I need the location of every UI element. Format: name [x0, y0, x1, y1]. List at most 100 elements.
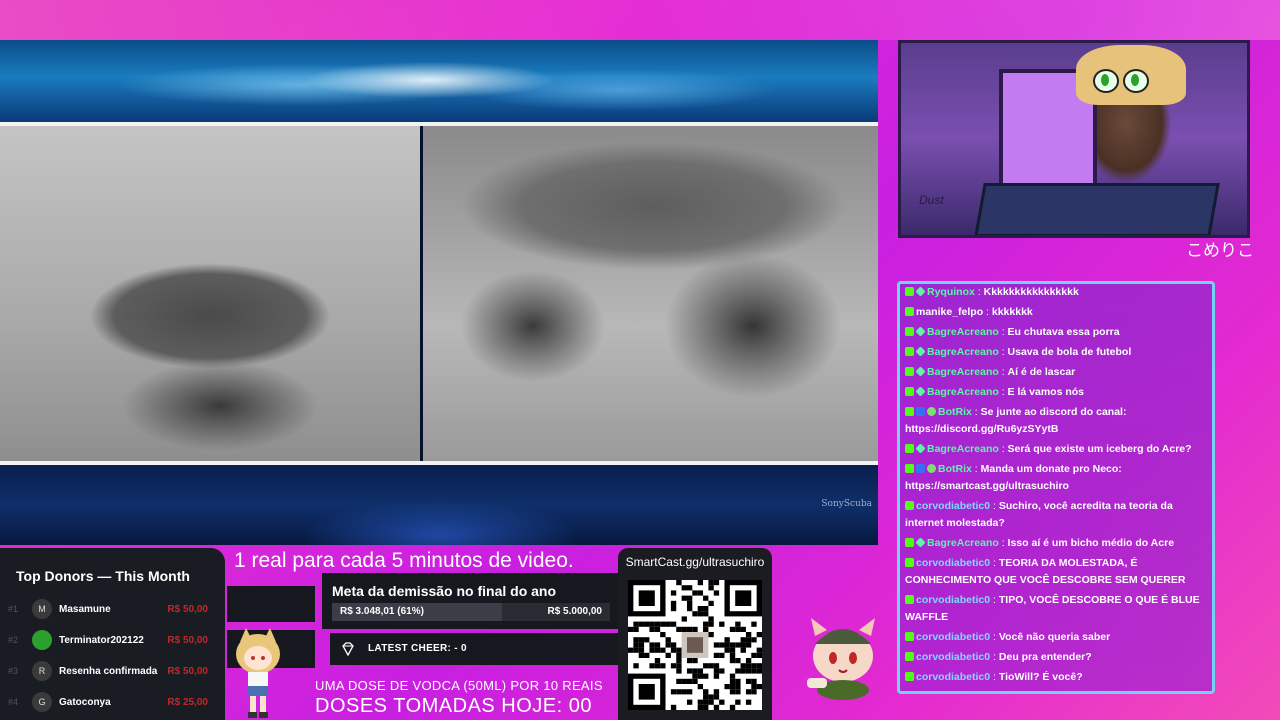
- donor-avatar: R: [32, 661, 52, 681]
- video-watermark: SonyScuba: [821, 499, 872, 509]
- vodka-dose-count: DOSES TOMADAS HOJE: 00: [315, 695, 593, 717]
- smartcast-qr-panel: SmartCast.gg/ultrasuchiro: [618, 548, 772, 720]
- chat-message-list: Ryquinox : Kkkkkkkkkkkkkkkk manike_felpo …: [900, 284, 1212, 691]
- chat-separator: :: [983, 306, 992, 318]
- kick-badge-icon: [905, 387, 914, 396]
- qr-code[interactable]: [628, 580, 762, 710]
- chat-separator: :: [998, 326, 1008, 338]
- chat-text: Aí é de lascar: [1007, 366, 1076, 378]
- chat-username[interactable]: corvodiabetic0: [916, 500, 990, 512]
- gem-badge-icon: [915, 537, 926, 548]
- chat-username[interactable]: BagreAcreano: [927, 537, 999, 549]
- donor-row: #2 Terminator202122 R$ 50,00: [6, 630, 216, 650]
- kick-badge-icon: [905, 632, 914, 641]
- video-player[interactable]: SonyScuba: [0, 40, 878, 545]
- vodka-dose-rule: UMA DOSE DE VODCA (50ML) POR 10 REAIS: [315, 678, 603, 693]
- chat-username[interactable]: BagreAcreano: [927, 346, 999, 358]
- donor-name: Resenha confirmada: [59, 666, 158, 677]
- streamer-camera: Dust: [898, 40, 1250, 238]
- chat-username[interactable]: Ryquinox: [927, 286, 975, 298]
- chat-text: Usava de bola de futebol: [1007, 346, 1132, 358]
- chat-username[interactable]: corvodiabetic0: [916, 557, 990, 569]
- chat-message: BagreAcreano : Usava de bola de futebol: [905, 343, 1208, 363]
- chat-username[interactable]: BagreAcreano: [927, 326, 999, 338]
- gem-badge-icon: [915, 326, 926, 337]
- chat-message: BagreAcreano : Eu chutava essa porra: [905, 323, 1208, 343]
- chat-text: Deu pra entender?: [998, 651, 1092, 663]
- donor-row: #1 M Masamune R$ 50,00: [6, 599, 216, 619]
- kick-badge-icon: [905, 558, 914, 567]
- chat-username[interactable]: manike_felpo: [916, 306, 983, 318]
- chat-username[interactable]: BagreAcreano: [927, 443, 999, 455]
- decorative-text: こめりこ: [1186, 241, 1254, 260]
- latest-cheer-label: LATEST CHEER: - 0: [368, 643, 467, 654]
- gem-badge-icon: [915, 346, 926, 357]
- chat-separator: :: [990, 671, 999, 683]
- goal-title: Meta da demissão no final do ano: [332, 583, 557, 599]
- diamond-icon: [342, 642, 354, 657]
- chat-message: corvodiabetic0 : Suchiro, você acredita …: [905, 497, 1208, 534]
- chat-text: TioWill? É você?: [998, 671, 1083, 683]
- chat-text: E lá vamos nós: [1007, 386, 1084, 398]
- chat-username[interactable]: corvodiabetic0: [916, 671, 990, 683]
- overlay-box: [227, 586, 315, 622]
- chat-separator: :: [998, 366, 1008, 378]
- kick-badge-icon: [905, 464, 914, 473]
- chat-username[interactable]: BotRix: [938, 406, 972, 418]
- gem-badge-icon: [915, 386, 926, 397]
- anime-girl-sticker: [236, 628, 280, 718]
- donor-amount: R$ 50,00: [167, 604, 208, 615]
- chat-username[interactable]: corvodiabetic0: [916, 631, 990, 643]
- chat-message: corvodiabetic0 : TioWill? É você?: [905, 668, 1208, 688]
- camera-sign: Dust: [919, 193, 944, 207]
- chat-separator: :: [990, 651, 999, 663]
- kick-badge-icon: [905, 538, 914, 547]
- kick-badge-icon: [905, 367, 914, 376]
- chat-separator: :: [990, 500, 999, 512]
- donor-avatar: [32, 630, 52, 650]
- gem-badge-icon: [915, 286, 926, 297]
- donor-rank: #4: [8, 697, 19, 707]
- chat-panel[interactable]: Ryquinox : Kkkkkkkkkkkkkkkk manike_felpo …: [897, 281, 1215, 694]
- donor-name: Masamune: [59, 604, 111, 615]
- chat-message: BagreAcreano : Será que existe um iceber…: [905, 440, 1208, 460]
- chat-separator: :: [990, 557, 999, 569]
- kick-badge-icon: [905, 347, 914, 356]
- chat-username[interactable]: BagreAcreano: [927, 386, 999, 398]
- kick-badge-icon: [905, 672, 914, 681]
- chat-message: Ryquinox : Kkkkkkkkkkkkkkkk: [905, 284, 1208, 303]
- bot-badge-icon: [916, 464, 925, 473]
- donor-rank: #2: [8, 635, 19, 645]
- gem-badge-icon: [915, 366, 926, 377]
- video-panel-right-rock: [423, 126, 878, 461]
- chat-text: Será que existe um iceberg do Acre?: [1007, 443, 1192, 455]
- chat-username[interactable]: corvodiabetic0: [916, 594, 990, 606]
- goal-target: R$ 5.000,00: [547, 606, 603, 617]
- chat-separator: :: [998, 346, 1008, 358]
- chat-separator: :: [971, 463, 981, 475]
- kick-badge-icon: [905, 595, 914, 604]
- chat-username[interactable]: BagreAcreano: [927, 366, 999, 378]
- donor-rank: #1: [8, 604, 19, 614]
- bot-badge-icon: [916, 407, 925, 416]
- donor-row: #3 R Resenha confirmada R$ 50,00: [6, 661, 216, 681]
- background-streak: [0, 0, 1280, 40]
- chat-message: BagreAcreano : E lá vamos nós: [905, 383, 1208, 403]
- chat-message: corvodiabetic0 : Você não queria saber: [905, 628, 1208, 648]
- latest-cheer: LATEST CHEER: - 0: [330, 633, 618, 665]
- chat-separator: :: [974, 286, 984, 298]
- cat-girl-sticker: [807, 618, 875, 700]
- donor-rank: #3: [8, 666, 19, 676]
- chat-separator: :: [990, 594, 999, 606]
- avatar-eye-left: [1093, 69, 1119, 93]
- chat-username[interactable]: BotRix: [938, 463, 972, 475]
- qr-code-icon: [628, 580, 762, 710]
- promo-text: 1 real para cada 5 minutos de video.: [234, 549, 574, 572]
- chat-message: manike_felpo : kkkkkkk: [905, 303, 1208, 323]
- kick-badge-icon: [905, 407, 914, 416]
- water-surface-banner: [0, 40, 878, 122]
- donor-amount: R$ 50,00: [167, 666, 208, 677]
- chat-separator: :: [971, 406, 981, 418]
- chat-username[interactable]: corvodiabetic0: [916, 651, 990, 663]
- top-donors-title: Top Donors — This Month: [16, 568, 190, 584]
